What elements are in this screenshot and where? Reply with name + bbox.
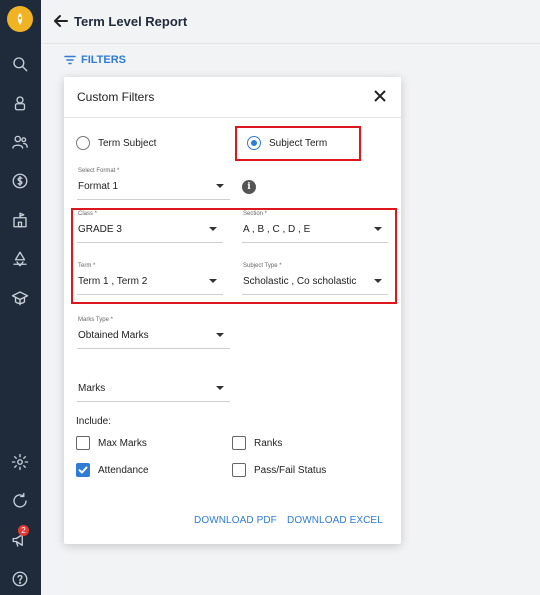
field-underline <box>77 401 230 402</box>
field-value: Scholastic , Co scholastic <box>243 276 357 287</box>
checkbox-empty-icon <box>76 436 90 450</box>
top-bar: Term Level Report <box>41 0 540 44</box>
marks-type-dropdown[interactable]: Marks Type * Obtained Marks <box>77 317 230 349</box>
modal-divider <box>64 117 401 118</box>
logo-mark-icon <box>17 13 23 25</box>
dollar-icon[interactable] <box>8 169 32 193</box>
close-icon[interactable] <box>373 89 387 103</box>
checkbox-ranks[interactable]: Ranks <box>232 436 282 450</box>
field-label: Subject Type * <box>243 263 282 269</box>
graduation-icon[interactable] <box>8 286 32 310</box>
sidebar: 2 <box>0 0 41 595</box>
field-label: Class * <box>78 211 98 217</box>
field-value: Format 1 <box>78 181 119 192</box>
checkbox-label: Max Marks <box>98 437 147 449</box>
chevron-down-icon <box>209 227 217 231</box>
chevron-down-icon <box>216 386 224 390</box>
page-title: Term Level Report <box>74 14 188 29</box>
subject-type-dropdown[interactable]: Subject Type * Scholastic , Co scholasti… <box>242 263 388 295</box>
filter-icon <box>64 55 76 65</box>
info-icon[interactable]: i <box>242 180 256 194</box>
select-format-dropdown[interactable]: Select Format * Format 1 <box>77 168 230 200</box>
field-underline <box>77 199 230 200</box>
back-arrow-icon[interactable] <box>53 13 69 29</box>
marks-dropdown[interactable]: Marks <box>77 370 230 402</box>
radio-term-subject[interactable]: Term Subject <box>76 136 156 150</box>
chevron-down-icon <box>374 227 382 231</box>
field-underline <box>242 242 388 243</box>
custom-filters-modal: Custom Filters Term Subject Subject Term… <box>64 77 401 544</box>
field-label: Marks Type * <box>78 317 113 323</box>
filters-label: FILTERS <box>81 54 127 66</box>
field-underline <box>242 294 388 295</box>
radio-selected-icon <box>247 136 261 150</box>
field-value: Marks <box>78 383 106 394</box>
help-icon[interactable] <box>8 567 32 591</box>
radio-subject-term[interactable]: Subject Term <box>247 136 327 150</box>
field-label: Select Format * <box>78 168 120 174</box>
notification-badge: 2 <box>18 525 29 536</box>
recycle-icon[interactable] <box>8 247 32 271</box>
chevron-down-icon <box>209 279 217 283</box>
radio-label: Subject Term <box>269 137 328 149</box>
include-label: Include: <box>76 416 112 427</box>
modal-title: Custom Filters <box>77 90 155 104</box>
download-excel-button[interactable]: DOWNLOAD EXCEL <box>287 515 383 526</box>
building-icon[interactable] <box>8 208 32 232</box>
field-value: A , B , C , D , E <box>243 224 311 235</box>
class-dropdown[interactable]: Class * GRADE 3 <box>77 211 223 243</box>
checkmark-icon <box>76 463 90 477</box>
hourglass-icon[interactable] <box>8 91 32 115</box>
checkbox-label: Attendance <box>98 464 149 476</box>
refresh-icon[interactable] <box>8 489 32 513</box>
checkbox-empty-icon <box>232 436 246 450</box>
chevron-down-icon <box>374 279 382 283</box>
chevron-down-icon <box>216 184 224 188</box>
checkbox-pass-fail-status[interactable]: Pass/Fail Status <box>232 463 326 477</box>
field-underline <box>77 294 223 295</box>
field-value: Term 1 , Term 2 <box>78 276 148 287</box>
term-dropdown[interactable]: Term * Term 1 , Term 2 <box>77 263 223 295</box>
download-pdf-button[interactable]: DOWNLOAD PDF <box>194 515 277 526</box>
section-dropdown[interactable]: Section * A , B , C , D , E <box>242 211 388 243</box>
radio-label: Term Subject <box>98 137 157 149</box>
checkbox-max-marks[interactable]: Max Marks <box>76 436 147 450</box>
field-label: Term * <box>78 263 96 269</box>
filters-button[interactable]: FILTERS <box>64 54 126 66</box>
search-icon[interactable] <box>8 52 32 76</box>
app-logo[interactable] <box>7 6 33 32</box>
settings-icon[interactable] <box>8 450 32 474</box>
field-value: Obtained Marks <box>78 330 149 341</box>
users-icon[interactable] <box>8 130 32 154</box>
field-label: Section * <box>243 211 268 217</box>
checkbox-attendance[interactable]: Attendance <box>76 463 149 477</box>
field-underline <box>77 348 230 349</box>
field-value: GRADE 3 <box>78 224 122 235</box>
checkbox-label: Ranks <box>254 437 283 449</box>
checkbox-empty-icon <box>232 463 246 477</box>
radio-unselected-icon <box>76 136 90 150</box>
chevron-down-icon <box>216 333 224 337</box>
field-underline <box>77 242 223 243</box>
checkbox-label: Pass/Fail Status <box>254 464 327 476</box>
